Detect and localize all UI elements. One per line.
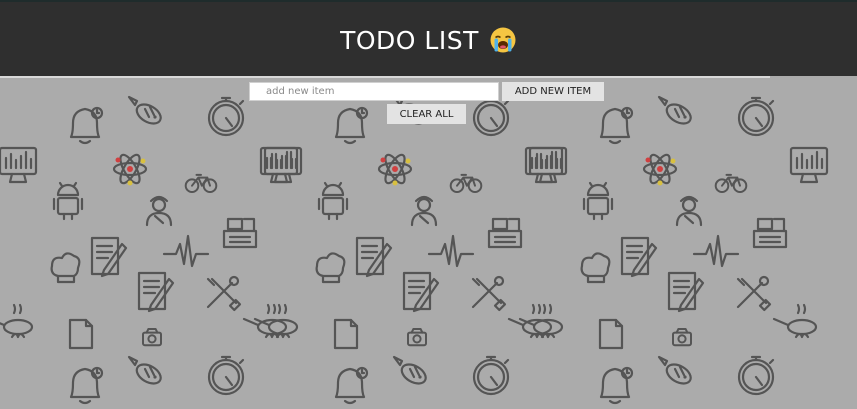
stopwatch-icon bbox=[472, 96, 510, 137]
atom-icon bbox=[112, 153, 148, 186]
new-item-input[interactable] bbox=[249, 82, 499, 101]
android-icon bbox=[582, 181, 614, 221]
document-pencil-icon bbox=[355, 236, 393, 278]
chart-monitor-icon bbox=[0, 146, 38, 184]
app-header: TODO LIST bbox=[0, 2, 857, 76]
clear-all-button[interactable]: CLEAR ALL bbox=[387, 104, 466, 124]
atom-icon bbox=[642, 153, 678, 186]
frying-pan-icon bbox=[772, 303, 818, 339]
heartbeat-icon bbox=[692, 234, 740, 268]
chart-monitor-icon bbox=[789, 146, 829, 184]
add-new-item-button[interactable]: ADD NEW ITEM bbox=[502, 82, 604, 101]
fish-icon bbox=[657, 355, 692, 385]
fish-icon bbox=[127, 355, 162, 385]
stopwatch-icon bbox=[207, 355, 245, 396]
bell-icon bbox=[69, 366, 104, 405]
document-pencil-icon bbox=[667, 271, 705, 313]
cash-register-icon bbox=[222, 217, 258, 249]
tools-icon bbox=[206, 275, 242, 312]
stopwatch-icon bbox=[472, 355, 510, 396]
chef-hat-icon bbox=[50, 252, 81, 284]
fish-icon bbox=[127, 95, 162, 125]
page-title: TODO LIST bbox=[340, 25, 479, 55]
chef-hat-icon bbox=[580, 252, 611, 284]
js-file-icon bbox=[333, 318, 359, 350]
js-file-icon bbox=[68, 318, 94, 350]
bell-icon bbox=[599, 366, 634, 405]
heartbeat-icon bbox=[162, 234, 210, 268]
document-pencil-icon bbox=[90, 236, 128, 278]
worker-icon bbox=[675, 195, 703, 227]
doodle-pattern-background bbox=[0, 78, 857, 409]
camera-icon bbox=[142, 328, 162, 347]
chef-hat-icon bbox=[315, 252, 346, 284]
document-pencil-icon bbox=[620, 236, 658, 278]
android-icon bbox=[317, 181, 349, 221]
fish-icon bbox=[657, 95, 692, 125]
stopwatch-icon bbox=[737, 96, 775, 137]
title-wrap: TODO LIST bbox=[340, 26, 517, 55]
bicycle-icon bbox=[449, 173, 483, 193]
camera-icon bbox=[672, 328, 692, 347]
pattern-svg bbox=[0, 95, 829, 405]
stopwatch-icon bbox=[737, 355, 775, 396]
loudly-crying-face-icon bbox=[490, 27, 516, 53]
stopwatch-icon bbox=[207, 96, 245, 137]
cash-register-icon bbox=[487, 217, 523, 249]
document-pencil-icon bbox=[402, 271, 440, 313]
bicycle-icon bbox=[714, 173, 748, 193]
tools-icon bbox=[736, 275, 772, 312]
bell-icon bbox=[334, 366, 369, 405]
bell-icon bbox=[69, 106, 104, 145]
frying-pan-icon bbox=[0, 303, 34, 339]
atom-icon bbox=[377, 153, 413, 186]
tools-icon bbox=[471, 275, 507, 312]
js-file-icon bbox=[598, 318, 624, 350]
worker-icon bbox=[145, 195, 173, 227]
heartbeat-icon bbox=[427, 234, 475, 268]
worker-icon bbox=[410, 195, 438, 227]
document-pencil-icon bbox=[137, 271, 175, 313]
bell-icon bbox=[334, 106, 369, 145]
bicycle-icon bbox=[184, 173, 218, 193]
fish-icon bbox=[392, 355, 427, 385]
bell-icon bbox=[599, 106, 634, 145]
camera-icon bbox=[407, 328, 427, 347]
cash-register-icon bbox=[752, 217, 788, 249]
android-icon bbox=[52, 181, 84, 221]
